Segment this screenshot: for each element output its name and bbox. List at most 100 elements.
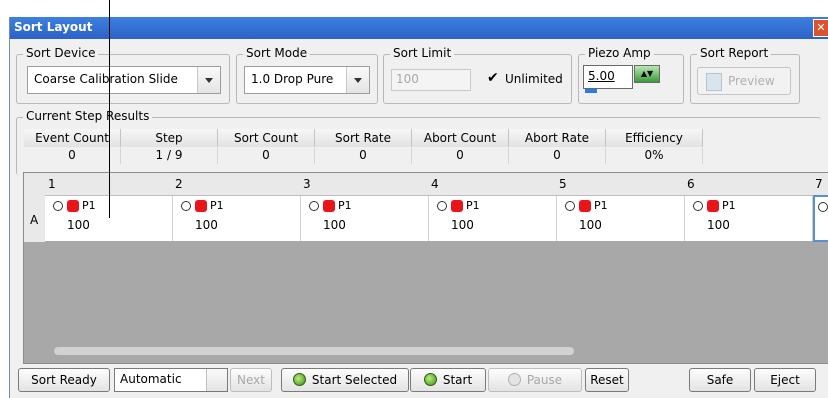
eject-button[interactable]: Eject [754,368,816,392]
start-label: Start [442,373,473,387]
well-count: 100 [67,218,90,232]
start-button[interactable]: Start [410,368,486,392]
well-population: P1 [82,199,96,212]
column-header-2: 2 [175,177,183,191]
well-a7[interactable] [813,195,828,242]
sort-plate-grid: 1 2 3 4 5 6 7 A P1 100 P1 100 P1 100 P1 … [23,172,828,364]
preview-icon [706,73,722,91]
results-header-abort-count: Abort Count [412,129,509,147]
unlimited-checkbox[interactable]: ✔ [487,71,500,85]
well-count: 100 [707,218,730,232]
column-header-1: 1 [48,177,56,191]
piezo-amp-label: Piezo Amp [585,46,654,60]
unlimited-label: Unlimited [505,72,563,86]
spinner-icon[interactable]: ▲▼ [634,65,660,83]
piezo-amp-group: Piezo Amp 5.00 ▲▼ [578,46,684,104]
results-value-abort-rate: 0 [509,148,606,164]
radio-icon[interactable] [693,201,703,211]
sort-report-label: Sort Report [697,46,772,60]
chevron-down-icon[interactable] [197,67,220,93]
mode-value: Automatic [120,372,182,386]
results-value-sort-rate: 0 [315,148,412,164]
sort-limit-value: 100 [396,72,419,86]
sort-ready-button[interactable]: Sort Ready [18,368,110,392]
start-selected-button[interactable]: Start Selected [281,368,409,392]
column-header-bar: 1 2 3 4 5 6 7 [24,173,828,196]
well-a2[interactable]: P1 100 [173,196,301,241]
well-count: 100 [451,218,474,232]
results-value-abort-count: 0 [412,148,509,164]
pause-button[interactable]: Pause [488,368,582,392]
results-header-step: Step [121,129,218,147]
radio-icon[interactable] [565,201,575,211]
results-value-step: 1 / 9 [121,148,218,164]
well-population: P1 [594,199,608,212]
radio-icon[interactable] [53,201,63,211]
sort-mode-value: 1.0 Drop Pure [251,72,334,86]
column-header-7: 7 [815,177,823,191]
well-population: P1 [466,199,480,212]
results-header-efficiency: Efficiency [606,129,703,147]
well-marker-icon [451,200,463,212]
green-led-icon [292,373,306,386]
well-a5[interactable]: P1 100 [557,196,685,241]
reset-button[interactable]: Reset [585,368,629,392]
column-header-4: 4 [431,177,439,191]
well-count: 100 [323,218,346,232]
title-bar[interactable]: Sort Layout ✕ [10,17,828,39]
chevron-down-icon[interactable] [346,67,369,93]
well-count: 100 [579,218,602,232]
radio-icon[interactable] [818,202,828,212]
well-a6[interactable]: P1 100 [685,196,813,241]
window-title: Sort Layout [14,20,93,34]
chevron-down-icon[interactable] [206,369,227,391]
results-label: Current Step Results [23,109,153,123]
sort-mode-label: Sort Mode [243,46,311,60]
well-marker-icon [579,200,591,212]
piezo-amp-value: 5.00 [588,69,615,83]
horizontal-scrollbar[interactable] [54,347,574,355]
piezo-amp-input[interactable]: 5.00 [583,65,633,89]
well-marker-icon [67,200,79,212]
results-header-sort-count: Sort Count [218,129,315,147]
radio-icon[interactable] [309,201,319,211]
results-header-event-count: Event Count [24,129,121,147]
results-header-abort-rate: Abort Rate [509,129,606,147]
pause-label: Pause [526,373,563,387]
next-button[interactable]: Next [230,368,272,392]
radio-icon[interactable] [437,201,447,211]
radio-icon[interactable] [181,201,191,211]
well-marker-icon [323,200,335,212]
preview-label: Preview [728,74,775,88]
sort-mode-group: Sort Mode 1.0 Drop Pure [236,46,378,104]
well-marker-icon [195,200,207,212]
piezo-amp-level-bar [585,89,597,93]
sort-device-select[interactable]: Coarse Calibration Slide [27,66,221,94]
column-header-6: 6 [687,177,695,191]
green-led-icon [423,373,437,386]
well-marker-icon [707,200,719,212]
preview-button[interactable]: Preview [697,67,791,95]
pointer-line [109,0,110,218]
start-selected-label: Start Selected [311,373,398,387]
sort-layout-window: Sort Layout ✕ Sort Device Coarse Calibra… [9,17,828,398]
well-count: 100 [195,218,218,232]
sort-device-group: Sort Device Coarse Calibration Slide [16,46,230,104]
mode-select[interactable]: Automatic [114,368,228,392]
sort-mode-select[interactable]: 1.0 Drop Pure [244,66,370,94]
sort-report-group: Sort Report Preview [690,46,800,104]
sort-limit-label: Sort Limit [390,46,455,60]
column-header-3: 3 [303,177,311,191]
results-value-event-count: 0 [24,148,121,164]
well-a3[interactable]: P1 100 [301,196,429,241]
grey-led-icon [507,373,521,386]
results-value-sort-count: 0 [218,148,315,164]
well-a4[interactable]: P1 100 [429,196,557,241]
sort-limit-input[interactable]: 100 [391,69,471,91]
close-icon[interactable]: ✕ [813,19,828,37]
row-header-a: A [24,195,45,242]
safe-button[interactable]: Safe [689,368,751,392]
results-header-sort-rate: Sort Rate [315,129,412,147]
results-value-efficiency: 0% [606,148,703,164]
sort-device-value: Coarse Calibration Slide [34,72,178,86]
